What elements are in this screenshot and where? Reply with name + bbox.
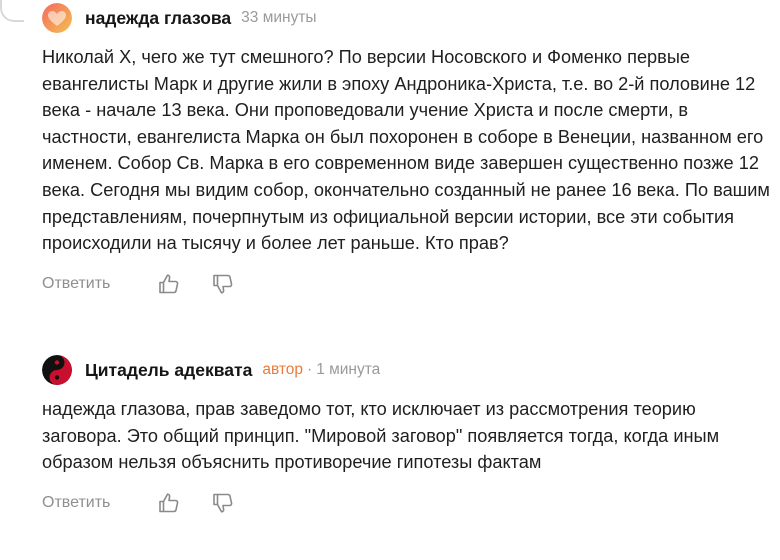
like-button[interactable] — [156, 271, 182, 297]
comment-header: Цитадель адеквата автор · 1 минута — [42, 352, 770, 388]
comment-time: 1 минута — [316, 361, 381, 378]
dislike-button[interactable] — [210, 271, 236, 297]
heart-avatar-icon — [42, 3, 72, 33]
author-name[interactable]: надежда глазова — [85, 8, 231, 29]
comment-text: Николай Х, чего же тут смешного? По верс… — [42, 47, 770, 254]
separator-dot: · — [307, 361, 313, 378]
thumbs-down-icon — [213, 493, 233, 513]
reply-button[interactable]: Ответить — [42, 494, 110, 512]
comment-time: 33 минуты — [241, 9, 317, 26]
author-name[interactable]: Цитадель адеквата — [85, 360, 252, 381]
reply-button[interactable]: Ответить — [42, 275, 110, 293]
thumbs-up-icon — [159, 493, 179, 513]
thumbs-up-icon — [159, 274, 179, 294]
comment: Цитадель адеквата автор · 1 минута надеж… — [42, 352, 770, 516]
comment-actions: Ответить — [42, 271, 770, 297]
author-badge: автор — [262, 361, 304, 378]
avatar[interactable] — [42, 355, 72, 385]
comment-actions: Ответить — [42, 490, 770, 516]
like-button[interactable] — [156, 490, 182, 516]
thread-connector-line — [0, 0, 24, 22]
avatar[interactable] — [42, 3, 72, 33]
comment: надежда глазова 33 минуты Николай Х, чег… — [42, 0, 770, 297]
dislike-button[interactable] — [210, 490, 236, 516]
thumbs-down-icon — [213, 274, 233, 294]
comment-header: надежда глазова 33 минуты — [42, 0, 770, 36]
comment-text: надежда глазова, прав заведомо тот, кто … — [42, 399, 720, 473]
yin-yang-avatar-icon — [42, 355, 72, 385]
